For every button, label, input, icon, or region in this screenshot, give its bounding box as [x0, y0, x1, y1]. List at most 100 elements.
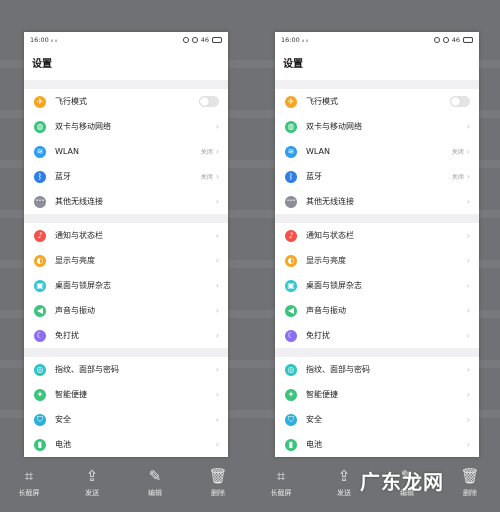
bluetooth-icon: ᛒ — [285, 170, 297, 183]
settings-group: ♪ 通知与状态栏 › ◐ 显示与亮度 › ▣ 桌面与锁屏杂志 › ◀ 声音与振动 › ☾ 免打扰 › — [24, 223, 228, 348]
settings-item-label: 电池 — [55, 440, 71, 449]
fingerprint-icon: ◎ — [34, 363, 46, 376]
settings-item[interactable]: ✦ 智能便捷 › — [24, 382, 228, 407]
battery-level: 46 — [451, 36, 460, 44]
settings-item-label: 免打扰 — [55, 331, 79, 340]
chevron-right-icon: › — [466, 256, 470, 265]
smart-icon: ✦ — [34, 388, 46, 401]
settings-item[interactable]: ⛉ 安全 › — [275, 407, 479, 432]
settings-item[interactable]: ᛒ 蓝牙 关闭 › — [24, 164, 228, 189]
chevron-right-icon: › — [215, 231, 219, 240]
status-time: 16:00 ᵢₗ ᵢₗ — [281, 36, 309, 44]
pencil-icon: ✎ — [148, 467, 162, 485]
share-icon: ⇪ — [337, 467, 351, 485]
divider — [24, 348, 228, 357]
screenshot-preview-right: 16:00 ᵢₗ ᵢₗ 46 设置 ✈ 飞行模式 ◍ 双卡与移动网络 › ≋ WLAN 关闭 ›… — [275, 32, 479, 457]
settings-item[interactable]: ⛉ 安全 › — [24, 407, 228, 432]
status-bar: 16:00 ᵢₗ ᵢₗ 46 — [275, 32, 479, 48]
settings-item[interactable]: ◐ 显示与亮度 › — [24, 248, 228, 273]
shield-icon: ⛉ — [285, 413, 297, 426]
settings-item[interactable]: ▮ 电池 › — [24, 432, 228, 457]
settings-group: ◎指纹、面部与密码›✦智能便捷›⛉安全›▮电池›文语言› — [275, 357, 479, 457]
settings-item[interactable]: ≋ WLAN 关闭 › — [275, 139, 479, 164]
wifi-icon: ≋ — [34, 145, 46, 158]
chevron-right-icon: › — [215, 197, 219, 206]
settings-item-label: 蓝牙 — [55, 172, 71, 181]
settings-group: ✈ 飞行模式 ◍ 双卡与移动网络 › ≋ WLAN 关闭 › ᛒ 蓝牙 关闭 › ••• 其他无线连接 › — [24, 89, 228, 214]
chevron-right-icon: › — [466, 415, 470, 424]
settings-item-label: 显示与亮度 — [306, 256, 346, 265]
settings-item[interactable]: ◎ 指纹、面部与密码 › — [275, 357, 479, 382]
edit-button[interactable]: ✎ 编辑 — [135, 466, 175, 498]
settings-item[interactable]: ◀ 声音与振动 › — [24, 298, 228, 323]
airplane-mode-toggle[interactable] — [450, 96, 470, 107]
settings-item[interactable]: ◀ 声音与振动 › — [275, 298, 479, 323]
chevron-right-icon: › — [215, 306, 219, 315]
settings-item[interactable]: ••• 其他无线连接 › — [24, 189, 228, 214]
settings-item-label: 通知与状态栏 — [55, 231, 103, 240]
speaker-icon: ◀ — [34, 304, 46, 317]
settings-item-label: 飞行模式 — [306, 97, 338, 106]
settings-item[interactable]: ♪ 通知与状态栏 › — [24, 223, 228, 248]
settings-item[interactable]: ♪ 通知与状态栏 › — [275, 223, 479, 248]
settings-list: ✈ 飞行模式 ◍ 双卡与移动网络 › ≋ WLAN 关闭 › ᛒ 蓝牙 关闭 › ••• 其他无线连接 › ♪ 通… — [24, 89, 228, 457]
divider — [24, 214, 228, 223]
settings-item-label: 电池 — [306, 440, 322, 449]
share-button[interactable]: ⇪ 发送 — [72, 466, 112, 498]
delete-button[interactable]: 🗑 删除 — [198, 466, 238, 498]
settings-item-value: 关闭 — [451, 149, 464, 156]
status-time: 16:00 ᵢₗ ᵢₗ — [30, 36, 58, 44]
moon-icon: ☾ — [285, 329, 297, 342]
airplane-mode-toggle[interactable] — [199, 96, 219, 107]
bell-icon: ♪ — [285, 229, 297, 242]
more-icon: ••• — [34, 195, 46, 208]
settings-item[interactable]: ☾ 免打扰 › — [275, 323, 479, 348]
settings-item[interactable]: ▣ 桌面与锁屏杂志 › — [24, 273, 228, 298]
settings-item[interactable]: ◐ 显示与亮度 › — [275, 248, 479, 273]
chevron-right-icon: › — [466, 390, 470, 399]
settings-item-label: 蓝牙 — [306, 172, 322, 181]
settings-item-label: 安全 — [55, 415, 71, 424]
settings-item-label: 声音与振动 — [55, 306, 95, 315]
trash-icon: 🗑 — [460, 467, 480, 485]
bluetooth-icon: ᛒ — [34, 170, 46, 183]
alarm-icon — [433, 37, 440, 43]
share-button[interactable]: ⇪ 发送 — [324, 466, 364, 498]
moon-icon: ☾ — [34, 329, 46, 342]
chevron-right-icon: › — [466, 197, 470, 206]
signal-icon: ᵢₗ ᵢₗ — [301, 36, 309, 44]
airplane-icon: ✈ — [34, 95, 46, 108]
trash-icon: 🗑 — [208, 467, 228, 485]
chevron-right-icon: › — [215, 365, 219, 374]
settings-group: ✈ 飞行模式 ◍ 双卡与移动网络 › ≋ WLAN 关闭 › ᛒ 蓝牙 关闭 › ••• 其他无线连接 › — [275, 89, 479, 214]
settings-item-label: 安全 — [306, 415, 322, 424]
settings-item[interactable]: ••• 其他无线连接 › — [275, 189, 479, 214]
settings-item[interactable]: ✦ 智能便捷 › — [275, 382, 479, 407]
settings-item[interactable]: ≋ WLAN 关闭 › — [24, 139, 228, 164]
settings-group: ◎指纹、面部与密码›✦智能便捷›⛉安全›▮电池›文语言› — [24, 357, 228, 457]
divider — [275, 348, 479, 357]
settings-item[interactable]: ◎ 指纹、面部与密码 › — [24, 357, 228, 382]
bell-icon: ♪ — [34, 229, 46, 242]
settings-item-label: 智能便捷 — [306, 390, 338, 399]
settings-item[interactable]: ▣ 桌面与锁屏杂志 › — [275, 273, 479, 298]
divider — [275, 214, 479, 223]
chevron-right-icon: › — [466, 306, 470, 315]
chevron-right-icon: › — [215, 281, 219, 290]
settings-list: ✈ 飞行模式 ◍ 双卡与移动网络 › ≋ WLAN 关闭 › ᛒ 蓝牙 关闭 › ••• 其他无线连接 › ♪ 通… — [275, 89, 479, 457]
crop-icon: ⌗ — [24, 467, 34, 485]
settings-item-value: 关闭 — [200, 174, 213, 181]
settings-item[interactable]: ▮ 电池 › — [275, 432, 479, 457]
long-screenshot-button[interactable]: ⌗ 长截屏 — [261, 466, 301, 498]
shield-icon: ⛉ — [34, 413, 46, 426]
long-screenshot-button[interactable]: ⌗ 长截屏 — [9, 466, 49, 498]
settings-item[interactable]: ◍ 双卡与移动网络 › — [24, 114, 228, 139]
settings-item-label: 智能便捷 — [55, 390, 87, 399]
settings-item[interactable]: ◍ 双卡与移动网络 › — [275, 114, 479, 139]
delete-button[interactable]: 🗑 删除 — [450, 466, 490, 498]
settings-item[interactable]: ᛒ 蓝牙 关闭 › — [275, 164, 479, 189]
settings-item[interactable]: ✈ 飞行模式 — [275, 89, 479, 114]
settings-item[interactable]: ☾ 免打扰 › — [24, 323, 228, 348]
settings-item[interactable]: ✈ 飞行模式 — [24, 89, 228, 114]
screenshot-preview-left: 16:00 ᵢₗ ᵢₗ 46 设置 ✈ 飞行模式 ◍ 双卡与移动网络 › ≋ WLAN 关闭 ›… — [24, 32, 228, 457]
